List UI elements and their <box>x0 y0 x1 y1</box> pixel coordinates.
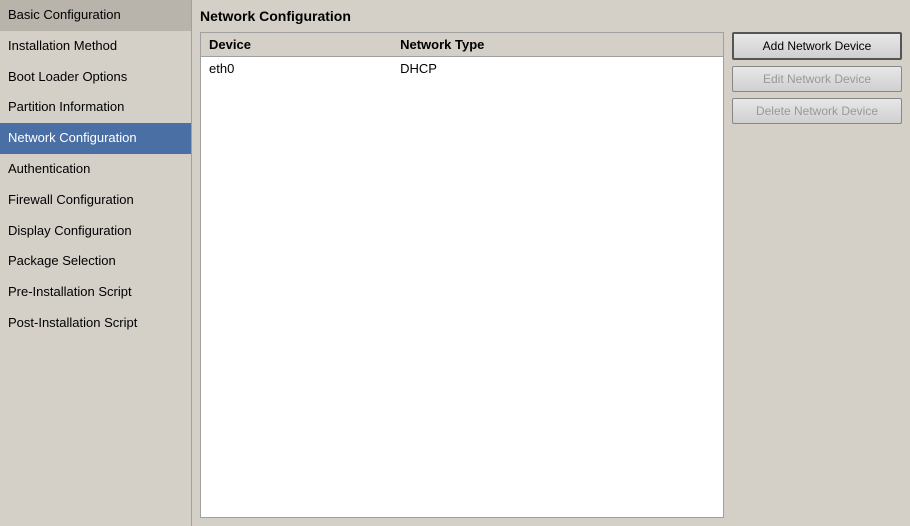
edit-network-device-button[interactable]: Edit Network Device <box>732 66 902 92</box>
column-header-network-type: Network Type <box>392 33 723 57</box>
sidebar-item-boot-loader-options[interactable]: Boot Loader Options <box>0 62 191 93</box>
table-row[interactable]: eth0DHCP <box>201 57 723 81</box>
add-network-device-button[interactable]: Add Network Device <box>732 32 902 60</box>
main-content: Network Configuration Device Network Typ… <box>192 0 910 526</box>
sidebar: Basic ConfigurationInstallation MethodBo… <box>0 0 192 526</box>
sidebar-item-partition-information[interactable]: Partition Information <box>0 92 191 123</box>
column-header-device: Device <box>201 33 392 57</box>
cell-device: eth0 <box>201 57 392 81</box>
sidebar-item-firewall-configuration[interactable]: Firewall Configuration <box>0 185 191 216</box>
content-area: Device Network Type eth0DHCP Add Network… <box>200 32 902 518</box>
page-title: Network Configuration <box>200 8 902 24</box>
sidebar-item-authentication[interactable]: Authentication <box>0 154 191 185</box>
sidebar-item-installation-method[interactable]: Installation Method <box>0 31 191 62</box>
network-devices-table: Device Network Type eth0DHCP <box>200 32 724 518</box>
button-panel: Add Network Device Edit Network Device D… <box>732 32 902 518</box>
sidebar-item-post-installation-script[interactable]: Post-Installation Script <box>0 308 191 339</box>
sidebar-item-package-selection[interactable]: Package Selection <box>0 246 191 277</box>
sidebar-item-pre-installation-script[interactable]: Pre-Installation Script <box>0 277 191 308</box>
sidebar-item-display-configuration[interactable]: Display Configuration <box>0 216 191 247</box>
cell-network-type: DHCP <box>392 57 723 81</box>
sidebar-item-basic-configuration[interactable]: Basic Configuration <box>0 0 191 31</box>
delete-network-device-button[interactable]: Delete Network Device <box>732 98 902 124</box>
sidebar-item-network-configuration[interactable]: Network Configuration <box>0 123 191 154</box>
